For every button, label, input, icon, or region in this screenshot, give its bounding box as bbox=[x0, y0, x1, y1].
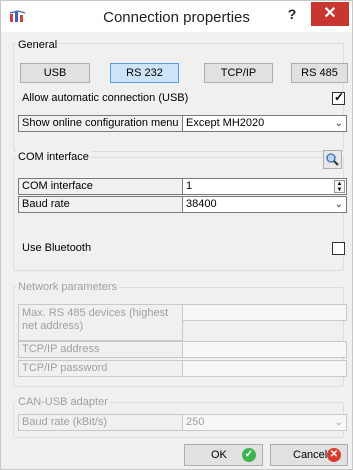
use-bluetooth-label: Use Bluetooth bbox=[22, 242, 92, 254]
rs232-button[interactable]: RS 232 bbox=[110, 63, 179, 83]
tcp-address-label: TCP/IP address bbox=[18, 341, 183, 358]
spinner-arrows-icon[interactable]: ▲ ▼ bbox=[334, 180, 345, 193]
baud-rate-label: Baud rate bbox=[18, 196, 183, 213]
close-button[interactable]: ✕ bbox=[311, 2, 349, 26]
com-interface-label: COM interface bbox=[18, 178, 183, 195]
cancel-button[interactable]: Cancel ✕ bbox=[270, 444, 348, 466]
cancel-x-icon: ✕ bbox=[327, 448, 341, 462]
tcpip-button[interactable]: TCP/IP bbox=[204, 63, 273, 83]
online-menu-value: Except MH2020 bbox=[186, 117, 265, 129]
chevron-down-icon: ⌄ bbox=[334, 199, 343, 210]
cancel-label: Cancel bbox=[293, 449, 328, 461]
title-bar: Connection properties ? ✕ bbox=[1, 1, 352, 32]
online-menu-label: Show online configuration menu bbox=[18, 115, 183, 132]
max-devices-label-text: Max. RS 485 devices (highest net address… bbox=[22, 307, 169, 332]
com-interface-stepper[interactable]: 1 ▲ ▼ bbox=[182, 178, 347, 195]
can-usb-group-title: CAN-USB adapter bbox=[16, 396, 110, 408]
general-group-title: General bbox=[16, 39, 60, 51]
search-com-button[interactable] bbox=[323, 150, 342, 169]
search-icon bbox=[326, 153, 339, 166]
auto-connect-label: Allow automatic connection (USB) bbox=[22, 92, 189, 104]
tcp-address-field[interactable] bbox=[182, 341, 347, 358]
tcp-password-field[interactable] bbox=[182, 360, 347, 377]
can-baud-rate-label: Baud rate (kBit/s) bbox=[18, 414, 183, 431]
baud-rate-select[interactable]: 38400 ⌄ bbox=[182, 196, 347, 213]
max-devices-field[interactable] bbox=[182, 304, 347, 321]
ok-check-icon: ✓ bbox=[242, 448, 256, 462]
max-devices-label: Max. RS 485 devices (highest net address… bbox=[18, 304, 183, 341]
auto-connect-checkbox[interactable]: ✓ bbox=[332, 90, 345, 105]
connection-properties-dialog: Connection properties ? ✕ General USB RS… bbox=[0, 0, 353, 470]
can-baud-rate-value: 250 bbox=[186, 416, 205, 428]
checkmark-icon: ✓ bbox=[334, 90, 345, 104]
use-bluetooth-checkbox[interactable] bbox=[332, 242, 345, 255]
can-baud-rate-select[interactable]: 250 ⌄ bbox=[182, 414, 347, 431]
ok-label: OK bbox=[211, 449, 227, 461]
chevron-down-icon: ⌄ bbox=[334, 417, 343, 428]
network-parameters-group-title: Network parameters bbox=[16, 281, 120, 293]
usb-button[interactable]: USB bbox=[20, 63, 90, 83]
ok-button[interactable]: OK ✓ bbox=[184, 444, 263, 466]
com-interface-value: 1 bbox=[186, 180, 193, 192]
online-menu-select[interactable]: Except MH2020 ⌄ bbox=[182, 115, 347, 132]
tcp-password-label: TCP/IP password bbox=[18, 360, 183, 377]
rs485-button[interactable]: RS 485 bbox=[291, 63, 348, 83]
chevron-down-icon: ⌄ bbox=[334, 118, 343, 129]
com-interface-group-title: COM interface bbox=[16, 151, 91, 163]
help-button[interactable]: ? bbox=[281, 3, 303, 25]
baud-rate-value: 38400 bbox=[186, 198, 217, 210]
